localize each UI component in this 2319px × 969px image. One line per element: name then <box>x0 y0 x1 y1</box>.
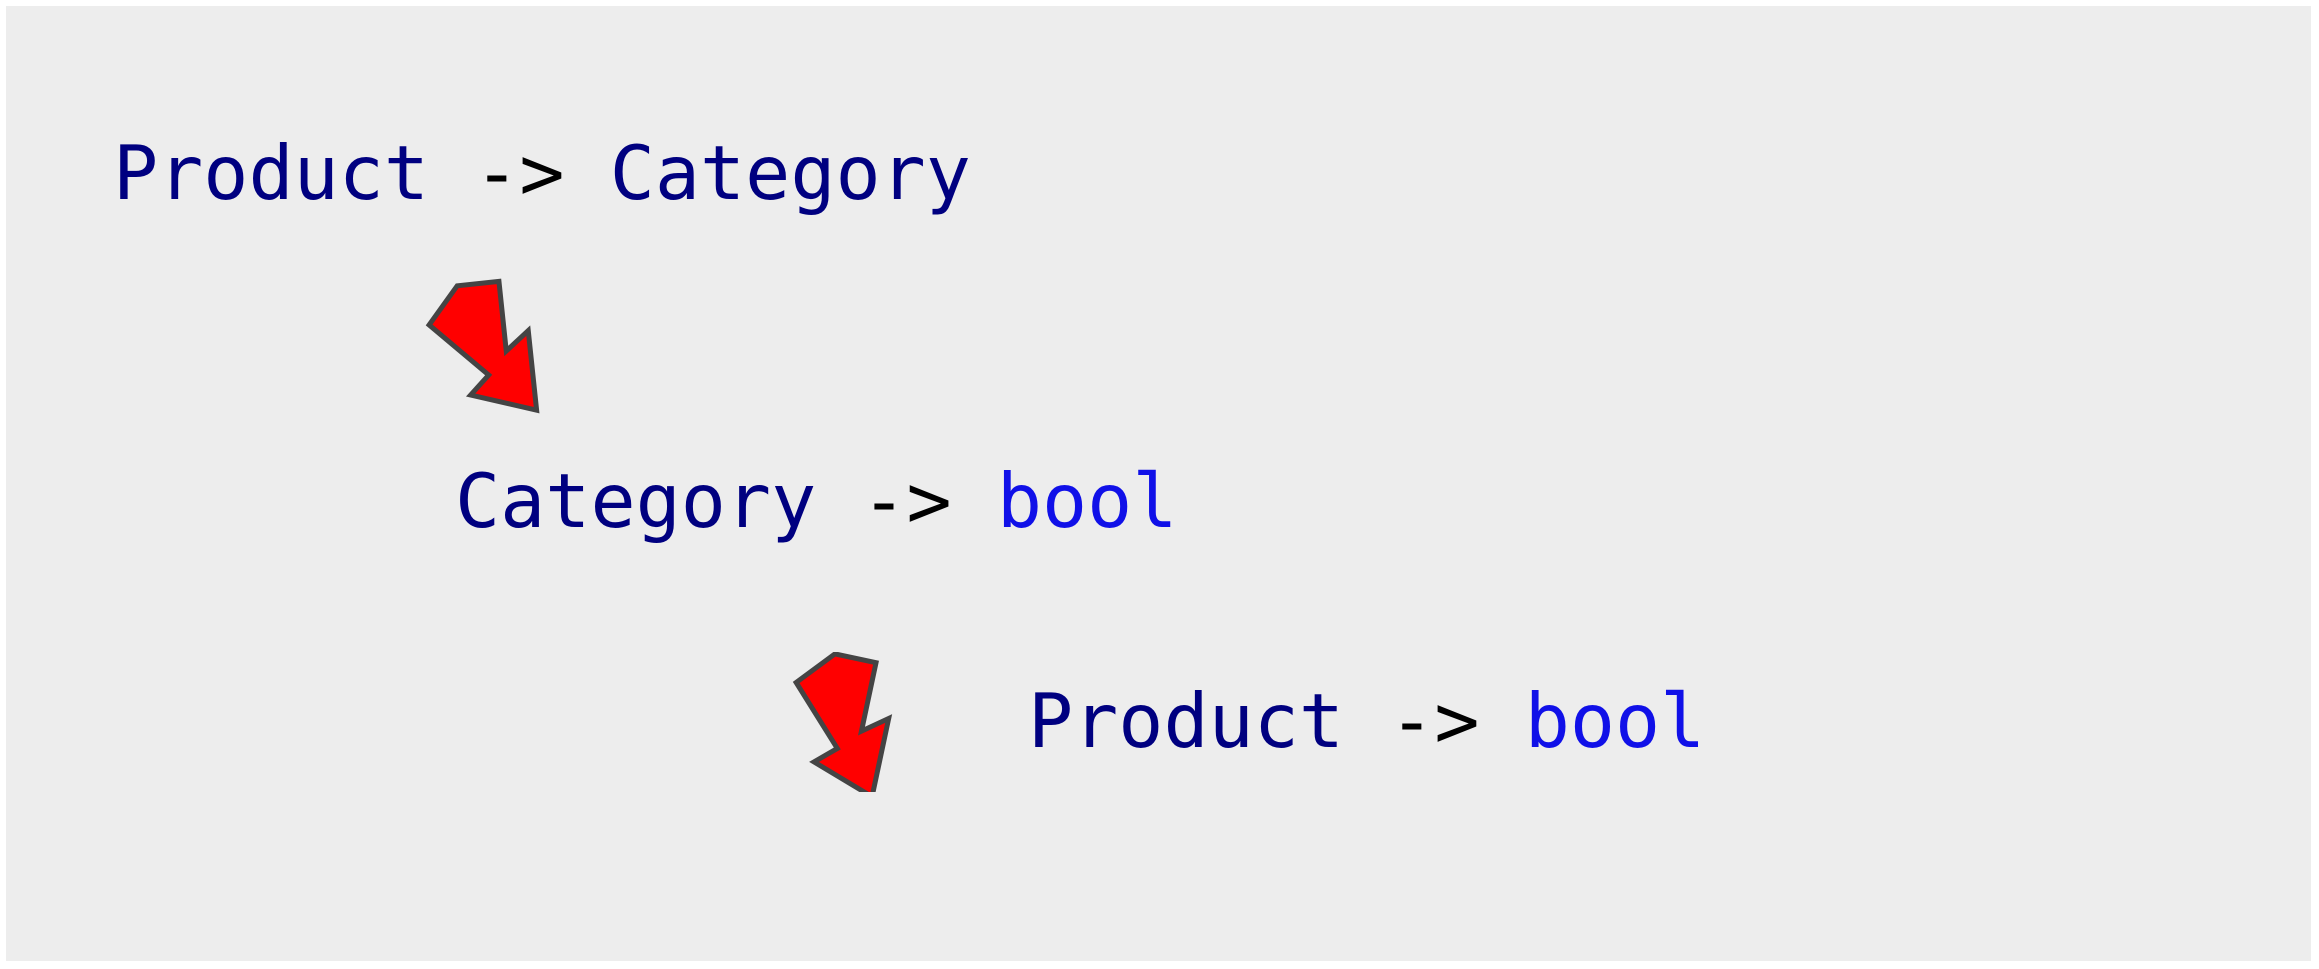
type-signature-line-1: Product -> Category <box>113 136 971 211</box>
type-token-bool: bool <box>996 457 1178 545</box>
type-token-category: Category <box>455 457 817 545</box>
arrow-down-right-icon <box>792 652 893 792</box>
arrow-down-right-icon <box>425 278 540 414</box>
arrow-operator-token: -> <box>474 129 565 217</box>
type-signature-line-2: Category -> bool <box>455 464 1177 539</box>
arrow-operator-token: -> <box>1389 677 1480 765</box>
arrow-operator-token: -> <box>861 457 952 545</box>
type-signature-line-3: Product -> bool <box>1028 684 1705 759</box>
type-token-bool: bool <box>1524 677 1706 765</box>
type-token-category: Category <box>609 129 971 217</box>
type-token-product: Product <box>113 129 430 217</box>
diagram-canvas: Product -> Category Category -> bool Pro… <box>0 0 2319 969</box>
type-token-product: Product <box>1028 677 1345 765</box>
